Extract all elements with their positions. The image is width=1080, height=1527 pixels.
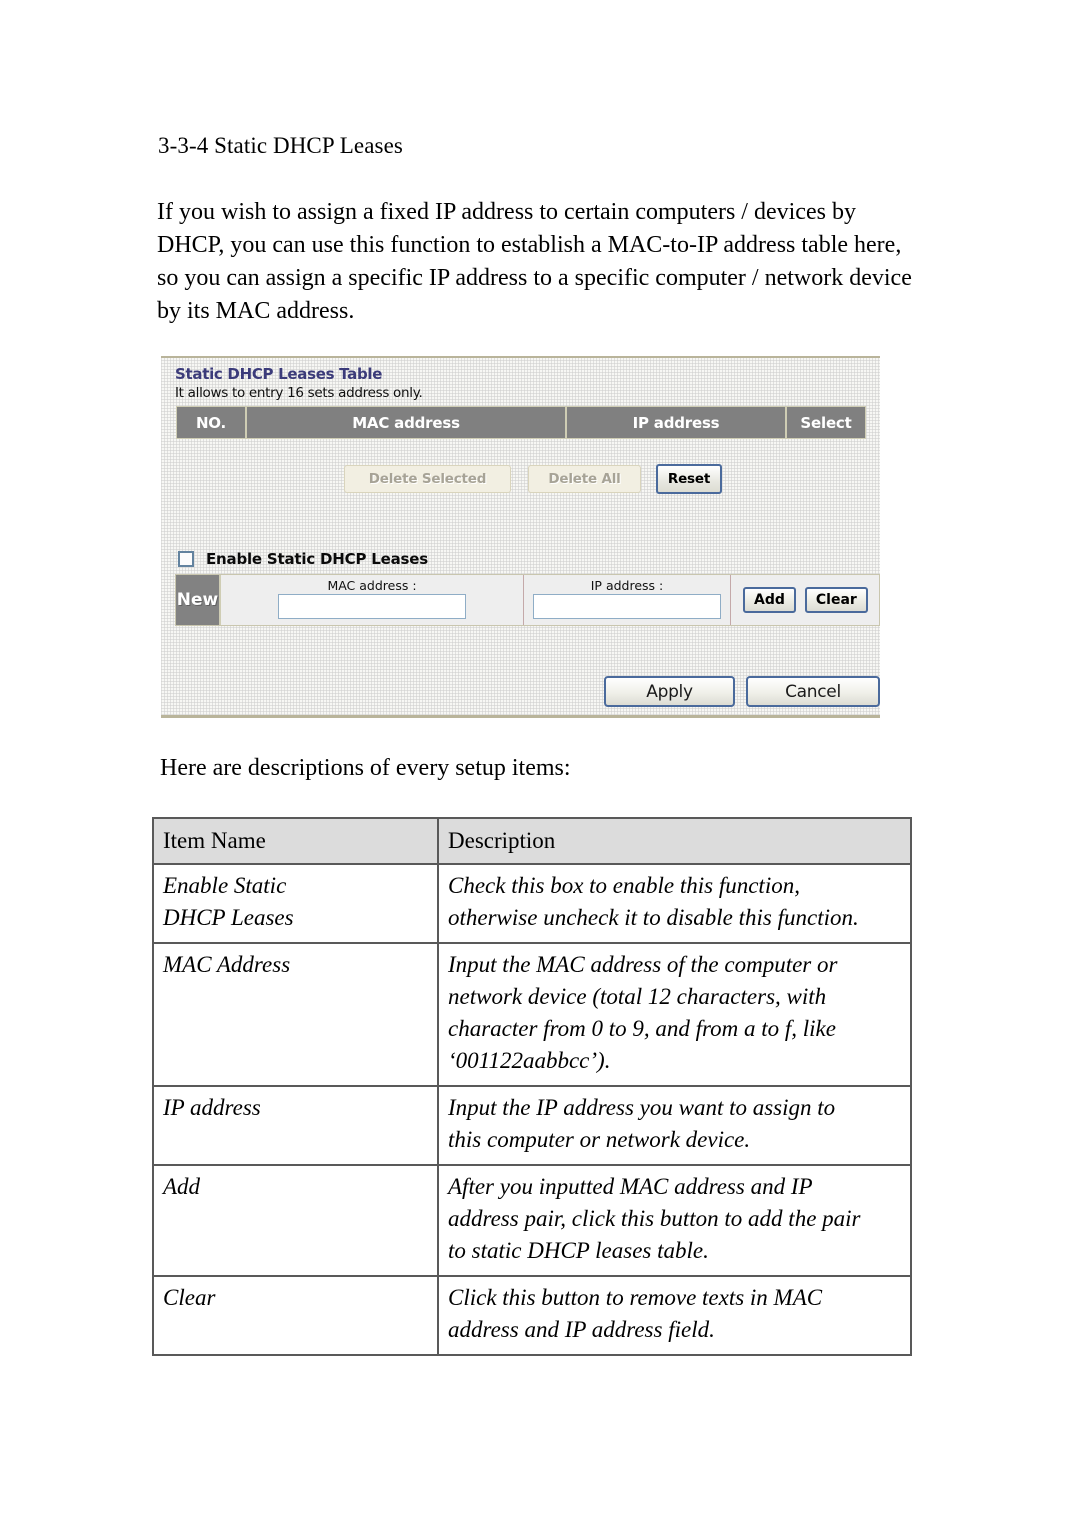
document-page: 3-3-4 Static DHCP Leases If you wish to … (0, 0, 1080, 1527)
desc-table-head: Item Name Description (152, 817, 912, 865)
desc-item-name: Add (152, 1164, 439, 1277)
mac-address-label: MAC address : (327, 578, 417, 593)
desc-text-line: network device (total 12 characters, wit… (448, 984, 827, 1009)
form-submit-row: Apply Cancel (161, 676, 880, 708)
ip-address-input[interactable] (533, 594, 721, 619)
column-header-ip-address: IP address (567, 407, 787, 438)
desc-item-description: Input the IP address you want to assign … (437, 1085, 912, 1166)
panel-subtitle: It allows to entry 16 sets address only. (175, 385, 423, 401)
enable-static-dhcp-leases-label: Enable Static DHCP Leases (206, 550, 428, 568)
desc-text-line: Click this button to remove texts in MAC (448, 1285, 823, 1310)
ip-address-cell: IP address : (524, 575, 731, 625)
desc-item-description: After you inputted MAC address and IP ad… (437, 1164, 912, 1277)
desc-text-line: otherwise uncheck it to disable this fun… (448, 905, 859, 930)
enable-static-dhcp-leases-row[interactable]: Enable Static DHCP Leases (178, 550, 428, 568)
intro-paragraph: If you wish to assign a fixed IP address… (157, 199, 912, 324)
add-button[interactable]: Add (743, 587, 796, 613)
router-ui-screenshot: Static DHCP Leases Table It allows to en… (161, 356, 880, 718)
reset-button[interactable]: Reset (656, 464, 722, 494)
desc-text-line: Input the IP address you want to assign … (448, 1095, 836, 1120)
desc-item-line: DHCP Leases (163, 905, 294, 930)
column-header-select: Select (787, 407, 865, 438)
desc-item-line: Add (163, 1174, 201, 1199)
desc-text-line: address and IP address field. (448, 1317, 715, 1342)
desc-item-name: IP address (152, 1085, 439, 1166)
desc-item-description: Check this box to enable this function, … (437, 863, 912, 944)
desc-item-line: Enable Static (163, 873, 287, 898)
page-title: 3-3-4 Static DHCP Leases (158, 133, 403, 158)
column-header-no: NO. (177, 407, 247, 438)
table-action-button-row: Delete Selected Delete All Reset (161, 464, 880, 495)
desc-item-description: Input the MAC address of the computer or… (437, 942, 912, 1087)
ip-address-label: IP address : (590, 578, 664, 593)
desc-text-line: Input the MAC address of the computer or (448, 952, 838, 977)
desc-text-line: this computer or network device. (448, 1127, 751, 1152)
static-dhcp-leases-table: NO. MAC address IP address Select (176, 406, 866, 439)
apply-button[interactable]: Apply (604, 676, 735, 707)
table-row: Clear Click this button to remove texts … (152, 1275, 912, 1356)
desc-header-item-name: Item Name (152, 817, 439, 865)
desc-item-name: Clear (152, 1275, 439, 1356)
desc-item-line: Clear (163, 1285, 216, 1310)
table-row: MAC Address Input the MAC address of the… (152, 942, 912, 1087)
setup-items-description-table: Item Name Description Enable Static DHCP… (152, 817, 912, 1356)
desc-item-line: IP address (163, 1095, 261, 1120)
clear-button[interactable]: Clear (804, 587, 868, 613)
desc-text-line: ‘001122aabbcc’). (448, 1048, 611, 1073)
panel-title: Static DHCP Leases Table (175, 365, 383, 383)
cancel-button[interactable]: Cancel (746, 676, 880, 707)
desc-item-name: MAC Address (152, 942, 439, 1087)
delete-all-button[interactable]: Delete All (528, 465, 641, 493)
desc-item-name: Enable Static DHCP Leases (152, 863, 439, 944)
desc-header-description: Description (437, 817, 912, 865)
new-row-actions-cell: Add Clear (731, 575, 877, 625)
enable-static-dhcp-leases-checkbox[interactable] (178, 551, 194, 567)
desc-text-line: character from 0 to 9, and from a to f, … (448, 1016, 836, 1041)
desc-table-body: Enable Static DHCP Leases Check this box… (152, 863, 912, 1356)
desc-text-line: After you inputted MAC address and IP (448, 1174, 813, 1199)
table-row: Add After you inputted MAC address and I… (152, 1164, 912, 1277)
new-lease-entry-row: New MAC address : IP address : Add Clear (175, 574, 880, 626)
new-row-tag: New (176, 575, 221, 625)
desc-text-line: address pair, click this button to add t… (448, 1206, 861, 1231)
desc-item-line: MAC Address (163, 952, 291, 977)
mac-address-input[interactable] (278, 594, 466, 619)
mac-address-cell: MAC address : (221, 575, 524, 625)
table-row: Enable Static DHCP Leases Check this box… (152, 863, 912, 944)
delete-selected-button[interactable]: Delete Selected (344, 465, 511, 493)
descriptions-intro: Here are descriptions of every setup ite… (160, 755, 571, 781)
desc-text-line: to static DHCP leases table. (448, 1238, 709, 1263)
table-row: IP address Input the IP address you want… (152, 1085, 912, 1166)
desc-table-header-row: Item Name Description (152, 817, 912, 865)
column-header-mac-address: MAC address (247, 407, 567, 438)
desc-item-description: Click this button to remove texts in MAC… (437, 1275, 912, 1356)
desc-text-line: Check this box to enable this function, (448, 873, 800, 898)
